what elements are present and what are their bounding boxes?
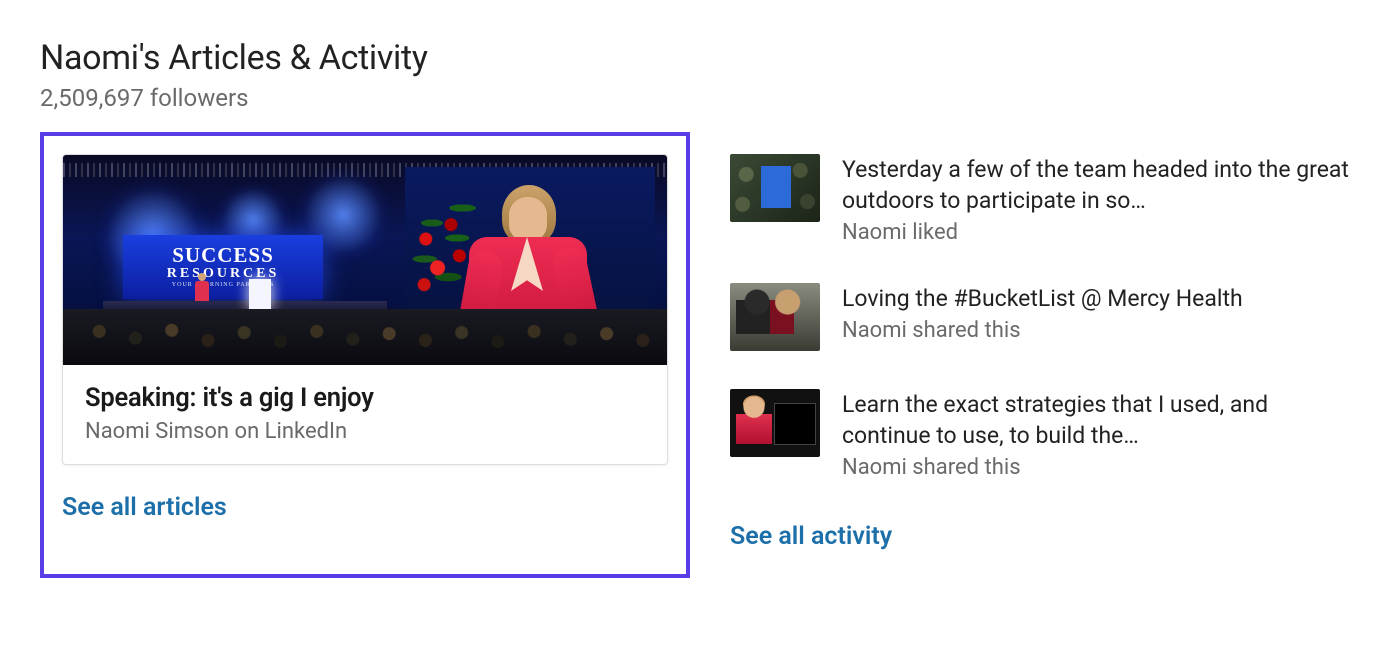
activity-thumbnail xyxy=(730,283,820,351)
activity-text: Yesterday a few of the team headed into … xyxy=(842,154,1354,216)
activity-text: Learn the exact strategies that I used, … xyxy=(842,389,1354,451)
followers-count: 2,509,697 followers xyxy=(40,84,1354,112)
banner-line2: RESOURCES xyxy=(123,266,323,282)
articles-activity-section: Naomi's Articles & Activity 2,509,697 fo… xyxy=(0,0,1394,578)
banner-line1: SUCCESS xyxy=(123,243,323,268)
section-title: Naomi's Articles & Activity xyxy=(40,38,1354,78)
featured-article-highlight-box: SUCCESS RESOURCES YOUR LEARNING PARTNERS xyxy=(40,132,690,578)
audience-crowd-graphic xyxy=(63,309,667,365)
activity-item[interactable]: Loving the #BucketList @ Mercy Health Na… xyxy=(730,283,1354,351)
activity-thumbnail xyxy=(730,154,820,222)
see-all-articles-link[interactable]: See all articles xyxy=(62,493,227,522)
banner-line3: YOUR LEARNING PARTNERS xyxy=(123,282,323,288)
stage-monitor-graphic xyxy=(249,279,271,309)
featured-article-byline: Naomi Simson on LinkedIn xyxy=(85,419,645,444)
activity-thumbnail xyxy=(730,389,820,457)
activity-item[interactable]: Learn the exact strategies that I used, … xyxy=(730,389,1354,480)
activity-meta: Naomi liked xyxy=(842,220,1354,245)
activity-meta: Naomi shared this xyxy=(842,318,1243,343)
featured-article-card[interactable]: SUCCESS RESOURCES YOUR LEARNING PARTNERS xyxy=(62,154,668,465)
activity-feed: Yesterday a few of the team headed into … xyxy=(730,132,1354,551)
featured-article-title: Speaking: it's a gig I enjoy xyxy=(85,383,645,413)
stage-banner-graphic: SUCCESS RESOURCES YOUR LEARNING PARTNERS xyxy=(123,235,323,299)
featured-article-image: SUCCESS RESOURCES YOUR LEARNING PARTNERS xyxy=(63,155,667,365)
activity-item[interactable]: Yesterday a few of the team headed into … xyxy=(730,154,1354,245)
speaker-on-stage-graphic xyxy=(193,273,211,303)
activity-text: Loving the #BucketList @ Mercy Health xyxy=(842,283,1243,314)
see-all-activity-link[interactable]: See all activity xyxy=(730,522,892,551)
activity-meta: Naomi shared this xyxy=(842,455,1354,480)
